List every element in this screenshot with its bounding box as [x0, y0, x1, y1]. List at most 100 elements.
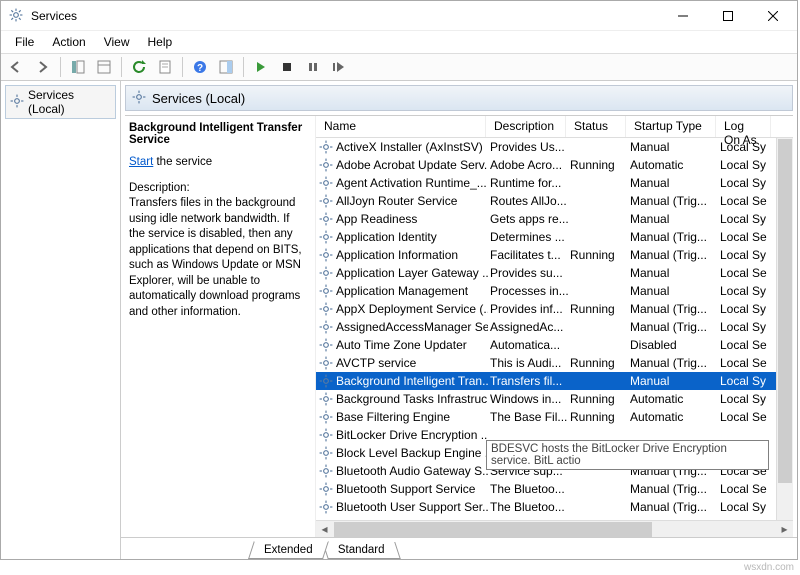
- gear-icon: [318, 212, 334, 226]
- service-row[interactable]: Application InformationFacilitates t...R…: [316, 246, 793, 264]
- tree-node-label: Services (Local): [28, 88, 111, 116]
- cell-name: Background Tasks Infrastruc...: [334, 392, 488, 406]
- stop-service-button[interactable]: [275, 56, 299, 78]
- tab-standard[interactable]: Standard: [322, 542, 400, 559]
- start-suffix: the service: [153, 156, 212, 168]
- gear-icon: [132, 90, 146, 107]
- services-list[interactable]: NameDescriptionStatusStartup TypeLog On …: [315, 116, 793, 537]
- cell-logon: Local Se: [718, 410, 773, 424]
- cell-logon: Local Sy: [718, 500, 773, 514]
- service-row[interactable]: Background Tasks Infrastruc...Windows in…: [316, 390, 793, 408]
- service-row[interactable]: Auto Time Zone UpdaterAutomatica...Disab…: [316, 336, 793, 354]
- cell-logon: Local Sy: [718, 140, 773, 154]
- menu-view[interactable]: View: [96, 33, 138, 51]
- service-row[interactable]: Application ManagementProcesses in...Man…: [316, 282, 793, 300]
- cell-name: Adobe Acrobat Update Serv...: [334, 158, 488, 172]
- service-row[interactable]: Background Intelligent Tran...Transfers …: [316, 372, 793, 390]
- service-row[interactable]: ActiveX Installer (AxInstSV)Provides Us.…: [316, 138, 793, 156]
- gear-icon: [318, 446, 334, 460]
- cell-description: The Bluetoo...: [488, 500, 568, 514]
- export-list-button[interactable]: [92, 56, 116, 78]
- close-button[interactable]: [750, 2, 795, 30]
- detail-pane: Background Intelligent Transfer Service …: [125, 116, 315, 537]
- action-pane-icon[interactable]: [214, 56, 238, 78]
- column-header[interactable]: Name: [316, 116, 486, 137]
- list-title: Services (Local): [152, 91, 245, 106]
- help-button[interactable]: ?: [188, 56, 212, 78]
- cell-logon: Local Sy: [718, 374, 773, 388]
- vertical-scrollbar[interactable]: [776, 138, 793, 520]
- menu-action[interactable]: Action: [44, 33, 93, 51]
- cell-description: Determines ...: [488, 230, 568, 244]
- column-header[interactable]: Description: [486, 116, 566, 137]
- tree-node-services-local[interactable]: Services (Local): [5, 85, 116, 119]
- gear-icon: [318, 302, 334, 316]
- gear-icon: [318, 500, 334, 514]
- cell-startup: Manual (Trig...: [628, 248, 718, 262]
- minimize-button[interactable]: [660, 2, 705, 30]
- tree-pane[interactable]: Services (Local): [1, 81, 121, 559]
- maximize-button[interactable]: [705, 2, 750, 30]
- pause-service-button[interactable]: [301, 56, 325, 78]
- service-row[interactable]: Agent Activation Runtime_...Runtime for.…: [316, 174, 793, 192]
- cell-description: AssignedAc...: [488, 320, 568, 334]
- service-row[interactable]: Bluetooth User Support Ser...The Bluetoo…: [316, 498, 793, 516]
- tab-extended[interactable]: Extended: [248, 541, 328, 559]
- service-row[interactable]: Adobe Acrobat Update Serv...Adobe Acro..…: [316, 156, 793, 174]
- column-header[interactable]: Startup Type: [626, 116, 716, 137]
- cell-startup: Manual: [628, 284, 718, 298]
- column-header[interactable]: Log On As: [716, 116, 771, 137]
- refresh-button[interactable]: [127, 56, 151, 78]
- gear-icon: [318, 320, 334, 334]
- cell-name: Application Layer Gateway ...: [334, 266, 488, 280]
- service-row[interactable]: Application Layer Gateway ...Provides su…: [316, 264, 793, 282]
- cell-description: Provides su...: [488, 266, 568, 280]
- service-row[interactable]: Application IdentityDetermines ...Manual…: [316, 228, 793, 246]
- service-row[interactable]: AVCTP serviceThis is Audi...RunningManua…: [316, 354, 793, 372]
- cell-logon: Local Se: [718, 230, 773, 244]
- gear-icon: [318, 356, 334, 370]
- scroll-right-icon[interactable]: ▸: [776, 522, 793, 537]
- cell-name: AssignedAccessManager Se...: [334, 320, 488, 334]
- menu-file[interactable]: File: [7, 33, 42, 51]
- gear-icon: [318, 158, 334, 172]
- gear-icon: [318, 428, 334, 442]
- separator: [121, 57, 122, 77]
- restart-service-button[interactable]: [327, 56, 351, 78]
- cell-logon: Local Sy: [718, 158, 773, 172]
- view-tabs: Extended Standard: [121, 537, 797, 559]
- cell-status: Running: [568, 248, 628, 262]
- service-row[interactable]: Base Filtering EngineThe Base Fil...Runn…: [316, 408, 793, 426]
- service-row[interactable]: AssignedAccessManager Se...AssignedAc...…: [316, 318, 793, 336]
- cell-startup: Manual: [628, 266, 718, 280]
- start-service-button[interactable]: [249, 56, 273, 78]
- start-service-link[interactable]: Start: [129, 156, 153, 168]
- cell-name: Bluetooth User Support Ser...: [334, 500, 488, 514]
- cell-startup: Manual: [628, 374, 718, 388]
- horizontal-scrollbar[interactable]: ◂ ▸: [316, 520, 793, 537]
- cell-description: Facilitates t...: [488, 248, 568, 262]
- cell-description: Transfers fil...: [488, 374, 568, 388]
- column-header[interactable]: Status: [566, 116, 626, 137]
- cell-logon: Local Sy: [718, 176, 773, 190]
- cell-description: Runtime for...: [488, 176, 568, 190]
- back-button[interactable]: [5, 56, 29, 78]
- menu-help[interactable]: Help: [140, 33, 181, 51]
- service-row[interactable]: App ReadinessGets apps re...ManualLocal …: [316, 210, 793, 228]
- separator: [60, 57, 61, 77]
- cell-name: ActiveX Installer (AxInstSV): [334, 140, 488, 154]
- cell-description: Provides Us...: [488, 140, 568, 154]
- service-row[interactable]: Bluetooth Support ServiceThe Bluetoo...M…: [316, 480, 793, 498]
- cell-logon: Local Sy: [718, 392, 773, 406]
- cell-logon: Local Sy: [718, 212, 773, 226]
- service-row[interactable]: AppX Deployment Service (...Provides inf…: [316, 300, 793, 318]
- title-bar[interactable]: Services: [1, 1, 797, 31]
- service-row[interactable]: AllJoyn Router ServiceRoutes AllJo...Man…: [316, 192, 793, 210]
- forward-button[interactable]: [31, 56, 55, 78]
- properties-icon[interactable]: [153, 56, 177, 78]
- cell-name: AVCTP service: [334, 356, 488, 370]
- show-hide-tree-button[interactable]: [66, 56, 90, 78]
- scroll-left-icon[interactable]: ◂: [316, 522, 333, 537]
- cell-status: Running: [568, 392, 628, 406]
- cell-logon: Local Se: [718, 194, 773, 208]
